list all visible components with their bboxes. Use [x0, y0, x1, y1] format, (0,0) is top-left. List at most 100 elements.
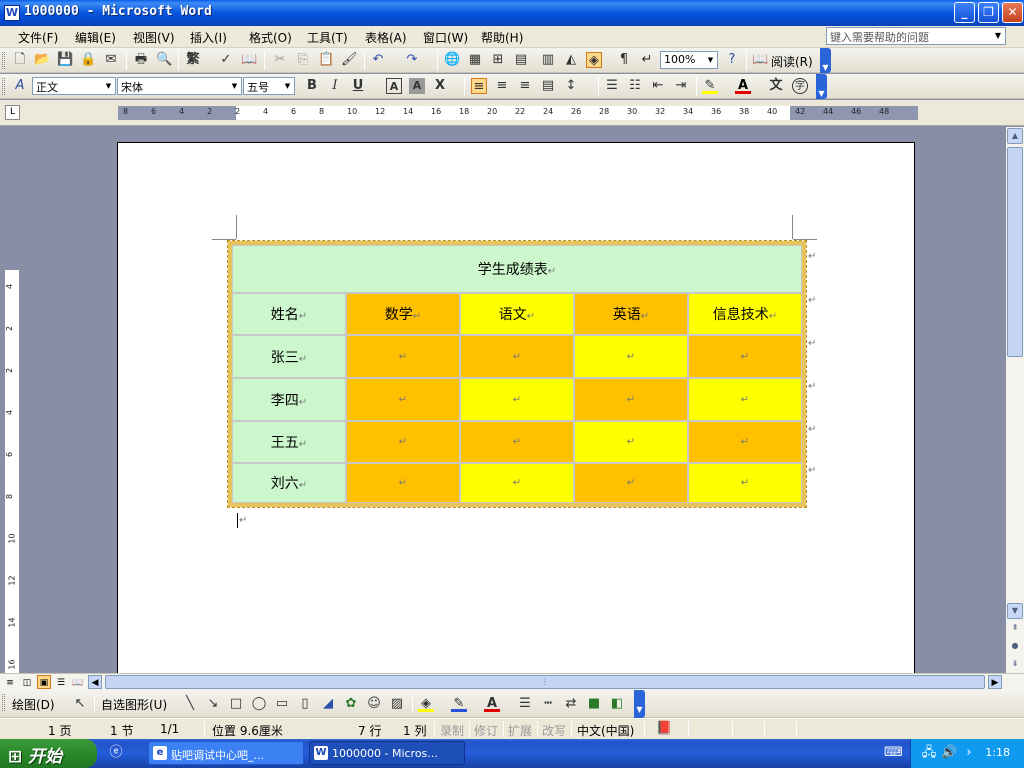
insert-excel-icon[interactable]: ▤	[513, 52, 529, 68]
drawing-icon[interactable]: ◭	[563, 52, 579, 68]
format-painter-icon[interactable]: 🖌	[341, 52, 358, 68]
close-button[interactable]: ✕	[1002, 2, 1023, 23]
status-record-mode[interactable]: 录制	[440, 722, 464, 739]
draw-font-color-icon[interactable]: A	[484, 696, 500, 712]
score-cell[interactable]: ↵	[574, 335, 688, 378]
score-cell[interactable]: ↵	[688, 463, 802, 503]
3d-style-icon[interactable]: ◧	[609, 696, 625, 712]
vertical-textbox-icon[interactable]: ▯	[297, 696, 313, 712]
read-mode-icon[interactable]: 📖	[752, 52, 768, 68]
print-layout-view-icon[interactable]: ▣	[37, 675, 51, 689]
rectangle-icon[interactable]: □	[228, 696, 244, 712]
start-button[interactable]: ⊞ 开始	[0, 739, 97, 768]
menu-tools[interactable]: 工具(T)	[307, 29, 348, 46]
menu-file[interactable]: 文件(F)	[18, 29, 58, 46]
menu-format[interactable]: 格式(O)	[249, 29, 292, 46]
status-extend-mode[interactable]: 扩展	[508, 722, 532, 739]
cut-icon[interactable]: ✂	[272, 52, 288, 68]
numbering-icon[interactable]: ☰	[604, 78, 620, 94]
spelling-icon[interactable]: ✓	[218, 52, 234, 68]
score-cell[interactable]: ↵	[346, 421, 460, 463]
email-icon[interactable]: ✉	[103, 52, 119, 68]
wordart-icon[interactable]: ◢	[320, 696, 336, 712]
insert-picture-icon[interactable]: ▨	[389, 696, 405, 712]
horizontal-scroll-thumb[interactable]: ⋮	[105, 675, 985, 689]
outline-view-icon[interactable]: ☰	[54, 675, 68, 689]
style-dropdown-icon[interactable]: ▼	[102, 78, 115, 94]
line-style-icon[interactable]: ☰	[517, 696, 533, 712]
fill-color-icon[interactable]: ◈	[418, 696, 434, 712]
print-preview-icon[interactable]: 🔍	[156, 52, 172, 68]
status-track-changes[interactable]: 修订	[474, 722, 498, 739]
char-border-icon[interactable]: A	[386, 78, 402, 94]
score-cell[interactable]: ↵	[460, 335, 574, 378]
menu-insert[interactable]: 插入(I)	[190, 29, 227, 46]
char-scaling-icon[interactable]: X	[432, 78, 448, 94]
highlight-icon[interactable]: ✎	[702, 78, 718, 94]
show-hide-icon[interactable]: ¶	[616, 52, 632, 68]
traditional-chinese-icon[interactable]: 繁	[185, 52, 201, 68]
volume-icon[interactable]: 🔊	[941, 745, 957, 761]
spelling-status-icon[interactable]: 📕	[656, 721, 672, 737]
align-right-icon[interactable]: ≡	[517, 78, 533, 94]
clock[interactable]: 1:18	[985, 746, 1010, 759]
keyboard-icon[interactable]: ⌨	[884, 745, 903, 761]
shadow-style-icon[interactable]: ■	[586, 696, 602, 712]
status-overtype-mode[interactable]: 改写	[542, 722, 566, 739]
score-cell[interactable]: ↵	[688, 421, 802, 463]
hyperlink-icon[interactable]: 🌐	[444, 52, 460, 68]
insert-table-icon[interactable]: ⊞	[490, 52, 506, 68]
tables-borders-icon[interactable]: ▦	[467, 52, 483, 68]
menu-view[interactable]: 视图(V)	[133, 29, 175, 46]
line-icon[interactable]: ╲	[182, 696, 198, 712]
horizontal-ruler[interactable]: 8 6 4 2 2 4 6 8 10 12 14 16 18 20 22 24 26 28 30 32 34 36 38 40…	[118, 106, 918, 120]
toolbar-options-chevron[interactable]: ▼	[634, 690, 645, 718]
new-document-icon[interactable]: 🗋	[12, 52, 28, 68]
previous-page-icon[interactable]: ⇞	[1007, 621, 1023, 637]
scroll-left-arrow-icon[interactable]: ◀	[88, 675, 102, 689]
document-page[interactable]: 学生成绩表↵ 姓名↵ 数学↵ 语文↵ 英语↵ 信息技术↵ 张三↵ ↵ ↵ ↵ ↵…	[117, 142, 915, 673]
scroll-right-arrow-icon[interactable]: ▶	[988, 675, 1002, 689]
print-icon[interactable]: 🖶	[133, 52, 149, 68]
table-row-name-cell[interactable]: 王五↵	[232, 421, 346, 463]
menu-edit[interactable]: 编辑(E)	[75, 29, 116, 46]
read-mode-button[interactable]: 阅读(R)	[771, 53, 813, 70]
italic-icon[interactable]: I	[327, 78, 343, 94]
menu-help[interactable]: 帮助(H)	[481, 29, 523, 46]
web-view-icon[interactable]: ◫	[20, 675, 34, 689]
toolbar-options-chevron[interactable]: ▼	[820, 48, 831, 73]
toolbar-grip[interactable]	[2, 78, 5, 95]
score-cell[interactable]: ↵	[460, 463, 574, 503]
style-select[interactable]: 正文 ▼	[32, 77, 116, 95]
redo-icon[interactable]: ↷	[404, 52, 420, 68]
header-cell-it[interactable]: 信息技术↵	[688, 293, 802, 335]
vertical-scroll-thumb[interactable]	[1007, 147, 1023, 357]
font-size-select[interactable]: 五号 ▼	[243, 77, 295, 95]
line-color-icon[interactable]: ✎	[451, 696, 467, 712]
open-folder-icon[interactable]: 📂	[34, 52, 50, 68]
diagram-icon[interactable]: ✿	[343, 696, 359, 712]
score-cell[interactable]: ↵	[688, 335, 802, 378]
document-map-icon[interactable]: ◈	[586, 52, 602, 68]
enclose-characters-icon[interactable]: 字	[792, 78, 808, 94]
scroll-down-arrow-icon[interactable]: ▼	[1007, 603, 1023, 619]
menu-window[interactable]: 窗口(W)	[423, 29, 468, 46]
draw-menu-button[interactable]: 绘图(D)	[12, 696, 55, 713]
zoom-dropdown-icon[interactable]: ▼	[704, 52, 717, 68]
help-icon[interactable]: ?	[724, 52, 740, 68]
clipart-icon[interactable]: ☺	[366, 696, 382, 712]
word-app-icon[interactable]: W	[4, 5, 20, 21]
tab-selector[interactable]: L	[5, 105, 20, 120]
align-center-icon[interactable]: ≡	[494, 78, 510, 94]
paste-icon[interactable]: 📋	[318, 52, 334, 68]
autoshapes-menu-button[interactable]: 自选图形(U)	[101, 696, 167, 713]
table-row-name-cell[interactable]: 李四↵	[232, 378, 346, 421]
header-cell-math[interactable]: 数学↵	[346, 293, 460, 335]
score-cell[interactable]: ↵	[574, 378, 688, 421]
char-shading-icon[interactable]: A	[409, 78, 425, 94]
score-cell[interactable]: ↵	[346, 335, 460, 378]
toolbar-grip[interactable]	[2, 52, 5, 69]
underline-icon[interactable]: U	[350, 78, 366, 94]
score-cell[interactable]: ↵	[460, 421, 574, 463]
score-cell[interactable]: ↵	[574, 463, 688, 503]
